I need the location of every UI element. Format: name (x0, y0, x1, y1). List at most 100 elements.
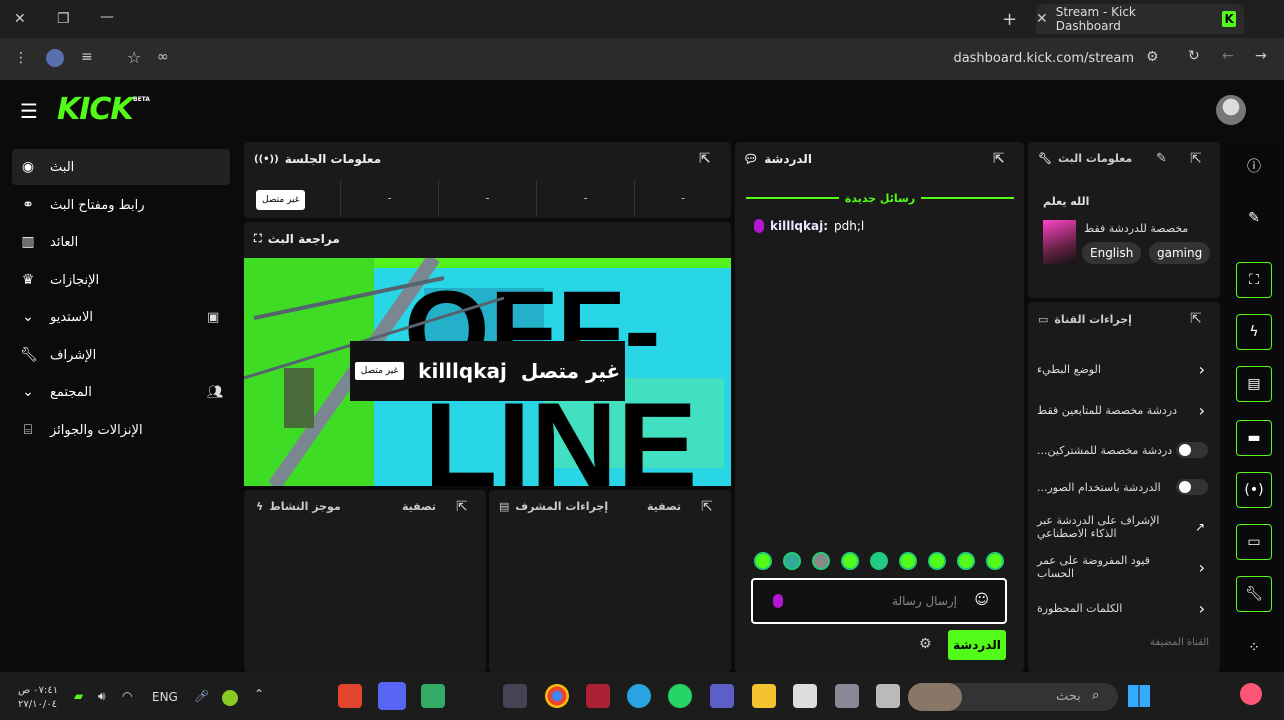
chrome-icon[interactable] (545, 684, 569, 708)
emote-icon[interactable] (841, 552, 859, 570)
banned-words-action[interactable]: الكلمات المحظورة › (1037, 592, 1209, 624)
microphone-icon[interactable]: 🎤︎ (194, 689, 209, 703)
file-explorer-icon[interactable] (752, 684, 776, 708)
battery-icon[interactable]: ▰ (74, 689, 83, 703)
star-icon[interactable]: ☆ (127, 48, 141, 67)
telegram-icon[interactable] (627, 684, 651, 708)
pop-out-icon[interactable]: ⇱ (699, 151, 711, 167)
system-clock[interactable]: ٠٧:٤١ ص ٢٧/١٠/٠٤ (18, 684, 58, 712)
chat-send-button[interactable]: الدردشة (948, 630, 1006, 660)
emote-icon[interactable] (986, 552, 1004, 570)
chevron-up-icon[interactable]: ⌃ (254, 687, 264, 701)
emote-bar (754, 552, 1004, 572)
link-icon: ⚭ (22, 197, 34, 213)
edit-icon[interactable]: ✎ (1156, 151, 1167, 166)
edit-icon[interactable]: ✎ (1236, 200, 1272, 236)
sidebar-item-drops[interactable]: ⌸ الإنزالات والجوائز (12, 412, 230, 448)
restore-window-icon[interactable]: ❐ (57, 11, 70, 27)
emote-icon[interactable] (957, 552, 975, 570)
pop-out-icon[interactable]: ⇱ (1190, 151, 1202, 167)
search-highlight-image (908, 683, 962, 711)
new-messages-divider[interactable]: رسائل جديدة (746, 190, 1015, 206)
avatar[interactable] (1216, 95, 1246, 125)
taskbar-search[interactable]: بحث ⌕ (908, 683, 1118, 711)
task-view-icon[interactable] (876, 684, 900, 708)
sidebar-item-revenue[interactable]: ▥ العائد (12, 224, 230, 260)
pop-out-icon[interactable]: ⇱ (993, 151, 1005, 167)
more-panels-icon[interactable]: ⁘ (1236, 630, 1272, 666)
session-panel-icon[interactable]: (•) (1236, 472, 1272, 508)
emote-icon[interactable] (754, 552, 772, 570)
taskbar-app-icon[interactable] (586, 684, 610, 708)
menu-dots-icon[interactable]: ⋮ (14, 50, 28, 66)
stream-info-panel-icon[interactable]: 🔧︎ (1236, 576, 1272, 612)
hamburger-menu-icon[interactable]: ☰ (20, 99, 38, 123)
reload-icon[interactable]: ↻ (1188, 48, 1200, 64)
chat-username[interactable]: killlqkaj: (770, 219, 828, 233)
chat-settings-icon[interactable]: ⚙ (919, 636, 932, 652)
tag-gaming[interactable]: gaming (1149, 242, 1211, 264)
slow-mode-action[interactable]: الوضع البطيء › (1037, 353, 1209, 385)
taskbar-app-icon[interactable] (421, 684, 445, 708)
emoji-icon[interactable]: ☺ (974, 592, 989, 608)
copilot-icon[interactable] (1240, 683, 1262, 705)
chevron-down-icon: ⌄ (22, 309, 34, 325)
ai-moderation-action[interactable]: الإشراف على الدردشة عبر الذكاء الاصطناعي… (1037, 510, 1209, 544)
host-channel-label[interactable]: القناة المضيفة (1150, 637, 1209, 648)
pop-out-icon[interactable]: ⇱ (456, 499, 468, 515)
wifi-icon[interactable]: ◠ (122, 689, 132, 703)
whatsapp-icon[interactable] (668, 684, 692, 708)
language-indicator[interactable]: ENG (152, 690, 178, 704)
taskbar-app-icon[interactable] (338, 684, 362, 708)
mod-log-panel-icon[interactable]: ▤ (1236, 366, 1272, 402)
emote-icon[interactable] (870, 552, 888, 570)
emote-icon[interactable] (899, 552, 917, 570)
preview-panel-icon[interactable]: ⛶ (1236, 262, 1272, 298)
url-text[interactable]: dashboard.kick.com/stream (953, 51, 1134, 66)
chat-input[interactable]: إرسال رسالة ☺ (751, 578, 1007, 624)
pop-out-icon[interactable]: ⇱ (701, 499, 713, 515)
emote-icon[interactable] (812, 552, 830, 570)
filter-button[interactable]: تصفية (402, 500, 436, 513)
discord-icon[interactable] (378, 682, 406, 710)
reading-list-icon[interactable]: ≡ (81, 49, 93, 65)
new-tab-icon[interactable]: + (1002, 9, 1017, 30)
activity-panel-icon[interactable]: ϟ (1236, 314, 1272, 350)
forward-icon[interactable]: ← (1222, 48, 1234, 64)
followers-only-action[interactable]: دردشة مخصصة للمتابعين فقط › (1037, 394, 1209, 426)
info-icon[interactable]: ⓘ (1236, 148, 1272, 184)
subscribers-only-toggle[interactable] (1176, 442, 1208, 458)
back-icon[interactable]: → (1255, 48, 1267, 64)
tag-english[interactable]: English (1082, 242, 1142, 264)
settings-icon[interactable] (835, 684, 859, 708)
filter-button[interactable]: تصفية (647, 500, 681, 513)
profile-icon[interactable] (46, 49, 64, 67)
pop-out-icon[interactable]: ⇱ (1190, 311, 1202, 327)
store-icon[interactable] (793, 684, 817, 708)
sidebar-item-stream-key[interactable]: ⚭ رابط ومفتاح البث (12, 187, 230, 223)
emote-icon[interactable] (783, 552, 801, 570)
emotes-only-toggle[interactable] (1176, 479, 1208, 495)
divider-line (746, 197, 839, 199)
kick-logo[interactable]: KICK (57, 92, 134, 127)
volume-icon[interactable]: 🔊︎ (98, 689, 106, 704)
glasses-icon[interactable]: ∞ (157, 49, 169, 65)
windows-start-icon[interactable] (1128, 685, 1150, 707)
taskbar-app-icon[interactable] (503, 684, 527, 708)
close-tab-icon[interactable]: ✕ (1036, 11, 1048, 27)
browser-tab[interactable]: ✕ Stream - Kick Dashboard K (1036, 4, 1244, 34)
minimize-window-icon[interactable]: — (100, 9, 114, 25)
channel-actions-panel-icon[interactable]: ▭ (1236, 524, 1272, 560)
tray-app-icon[interactable] (222, 690, 238, 706)
site-settings-icon[interactable]: ⚙ (1146, 49, 1159, 65)
sidebar-item-community[interactable]: ⌄ المجتمع 👥︎ (12, 374, 230, 410)
sidebar-item-stream[interactable]: ◉ البث (12, 149, 230, 185)
sidebar-item-moderation[interactable]: 🔧︎ الإشراف (12, 337, 230, 373)
teams-icon[interactable] (710, 684, 734, 708)
close-window-icon[interactable]: ✕ (14, 11, 26, 27)
account-age-action[interactable]: قيود المفروضة على عمر الحساب › (1037, 551, 1209, 583)
sidebar-item-achievements[interactable]: ♛ الإنجازات (12, 262, 230, 298)
sidebar-item-studio[interactable]: ⌄ الاستديو ▣ (12, 299, 230, 335)
chat-panel-icon[interactable]: ▬ (1236, 420, 1272, 456)
emote-icon[interactable] (928, 552, 946, 570)
